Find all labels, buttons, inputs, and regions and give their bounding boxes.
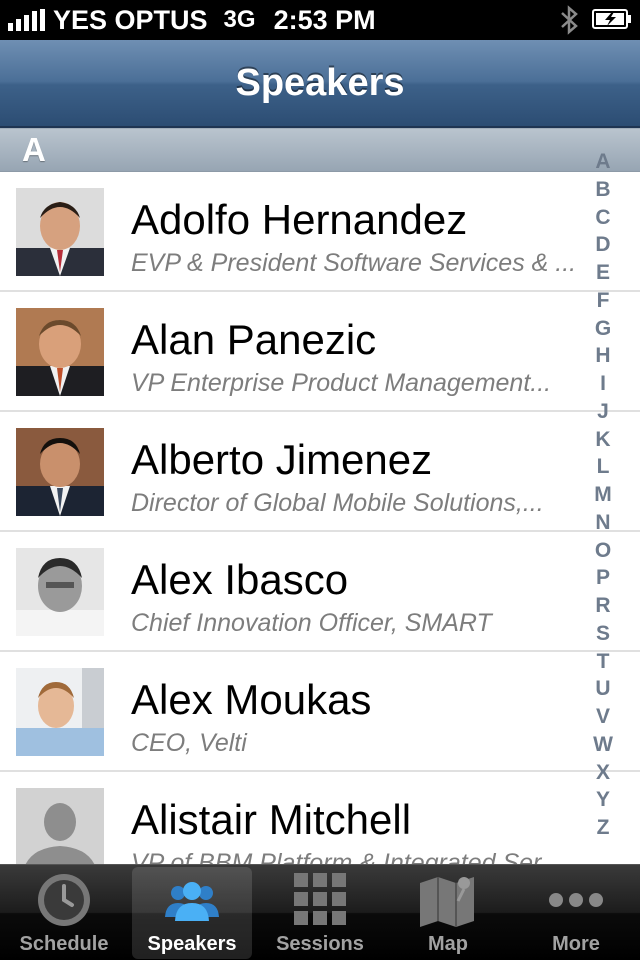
index-letter[interactable]: P <box>596 566 610 590</box>
speaker-photo <box>16 188 104 276</box>
speaker-photo <box>16 308 104 396</box>
index-letter[interactable]: Z <box>597 816 610 840</box>
index-letter[interactable]: O <box>595 539 611 563</box>
index-letter[interactable]: K <box>595 428 610 452</box>
speaker-photo <box>16 428 104 516</box>
index-letter[interactable]: B <box>595 178 610 202</box>
speaker-photo <box>16 668 104 756</box>
index-letter[interactable]: V <box>596 705 610 729</box>
index-letter[interactable]: T <box>597 650 610 674</box>
tab-more[interactable]: More <box>516 867 636 959</box>
tab-bar: Schedule Speakers Sessions Map More <box>0 864 640 960</box>
index-letter[interactable]: F <box>597 289 610 313</box>
speaker-row[interactable]: Adolfo Hernandez EVP & President Softwar… <box>0 172 640 292</box>
index-letter[interactable]: W <box>593 733 613 757</box>
index-letter[interactable]: G <box>595 317 611 341</box>
speaker-name: Adolfo Hernandez <box>131 196 468 243</box>
index-letter[interactable]: J <box>597 400 609 424</box>
section-index[interactable]: A B C D E F G H I J K L M N O P R S T U … <box>588 150 618 840</box>
tab-label: Speakers <box>147 933 237 955</box>
speaker-name: Alex Ibasco <box>131 556 349 603</box>
tab-label: Map <box>428 933 468 955</box>
placeholder-avatar-icon <box>16 788 104 864</box>
speaker-name: Alberto Jimenez <box>131 436 433 483</box>
section-header-letter: A <box>22 131 46 168</box>
speaker-photo <box>16 548 104 636</box>
battery-charging-icon <box>592 9 631 29</box>
index-letter[interactable]: R <box>595 594 610 618</box>
speaker-row[interactable]: Alex Moukas CEO, Velti <box>0 652 640 772</box>
tab-schedule[interactable]: Schedule <box>4 867 124 959</box>
page-title: Speakers <box>235 61 405 104</box>
speaker-title: VP of BBM Platform & Integrated Ser... <box>131 849 562 864</box>
tab-map[interactable]: Map <box>388 867 508 959</box>
clock-icon <box>38 874 90 926</box>
index-letter[interactable]: E <box>596 261 610 285</box>
map-icon <box>420 877 474 927</box>
signal-strength-icon <box>8 9 45 31</box>
speaker-row[interactable]: Alan Panezic VP Enterprise Product Manag… <box>0 292 640 412</box>
speaker-name: Alan Panezic <box>131 316 377 363</box>
index-letter[interactable]: N <box>595 511 610 535</box>
index-letter[interactable]: M <box>594 483 612 507</box>
speaker-title: EVP & President Software Services & ... <box>131 249 577 277</box>
section-header: A <box>0 128 640 172</box>
index-letter[interactable]: A <box>595 150 610 174</box>
carrier-name: YES OPTUS <box>53 4 208 35</box>
index-letter[interactable]: I <box>600 372 606 396</box>
tab-label: Schedule <box>19 933 109 955</box>
index-letter[interactable]: C <box>595 206 610 230</box>
speaker-row[interactable]: Alberto Jimenez Director of Global Mobil… <box>0 412 640 532</box>
bluetooth-icon <box>561 5 578 35</box>
speaker-title: Chief Innovation Officer, SMART <box>131 609 492 637</box>
index-letter[interactable]: D <box>595 233 610 257</box>
tab-label: More <box>552 933 600 955</box>
speaker-row[interactable]: Alex Ibasco Chief Innovation Officer, SM… <box>0 532 640 652</box>
navigation-bar: Speakers <box>0 40 640 128</box>
network-type: 3G <box>223 6 256 33</box>
speaker-list[interactable]: Adolfo Hernandez EVP & President Softwar… <box>0 172 640 864</box>
tab-speakers[interactable]: Speakers <box>132 867 252 959</box>
speaker-title: CEO, Velti <box>131 729 247 757</box>
index-letter[interactable]: S <box>596 622 610 646</box>
grid-icon <box>294 873 346 925</box>
speaker-title: VP Enterprise Product Management... <box>131 369 552 397</box>
speaker-title: Director of Global Mobile Solutions,... <box>131 489 544 517</box>
index-letter[interactable]: X <box>596 761 610 785</box>
more-icon <box>549 893 603 907</box>
speaker-name: Alistair Mitchell <box>131 796 412 843</box>
tab-sessions[interactable]: Sessions <box>260 867 380 959</box>
speaker-name: Alex Moukas <box>131 676 372 723</box>
index-letter[interactable]: Y <box>596 788 610 812</box>
index-letter[interactable]: L <box>597 455 610 479</box>
tab-label: Sessions <box>276 933 364 955</box>
speaker-row[interactable]: Alistair Mitchell VP of BBM Platform & I… <box>0 772 640 864</box>
status-bar: YES OPTUS 3G 2:53 PM <box>0 0 640 40</box>
status-time: 2:53 PM <box>273 4 376 35</box>
index-letter[interactable]: U <box>595 677 610 701</box>
people-icon <box>165 882 219 921</box>
index-letter[interactable]: H <box>595 344 610 368</box>
